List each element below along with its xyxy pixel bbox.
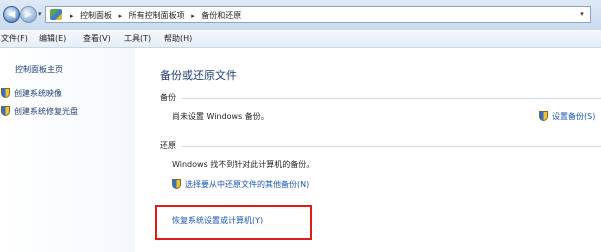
- select-other-backup-link[interactable]: 选择要从中还原文件的其他备份(N): [172, 179, 309, 190]
- shield-icon: [1, 106, 10, 116]
- select-other-backup-label: 选择要从中还原文件的其他备份(N): [185, 180, 310, 189]
- restore-status: Windows 找不到针对此计算机的备份。: [172, 160, 315, 169]
- navigation-pane: 控制面板主页 创建系统映像 创建系统修复光盘: [0, 48, 135, 252]
- menu-help[interactable]: 帮助(H): [164, 33, 192, 44]
- shield-icon: [1, 88, 10, 98]
- setup-backup-label: 设置备份(S): [552, 112, 596, 121]
- restore-section-heading: 还原: [160, 141, 176, 150]
- address-dropdown-icon[interactable]: ▾: [576, 9, 588, 20]
- address-bar: ◀ ▶ ▾ ▸ 控制面板 ▸ 所有控制面板项 ▸ 备份和还原 ▾: [0, 0, 601, 31]
- chevron-right-icon[interactable]: ▸: [191, 12, 195, 20]
- chevron-right-icon[interactable]: ▸: [70, 12, 74, 20]
- menu-file[interactable]: 文件(F): [1, 33, 28, 44]
- setup-backup-link[interactable]: 设置备份(S): [539, 111, 595, 122]
- back-button[interactable]: ◀: [3, 6, 20, 23]
- menu-edit[interactable]: 编辑(E): [39, 33, 66, 44]
- nav-link-label: 创建系统映像: [14, 89, 62, 98]
- shield-icon: [172, 179, 181, 189]
- breadcrumb-item[interactable]: 控制面板: [80, 11, 112, 20]
- section-divider: [181, 146, 601, 147]
- menu-bar: 文件(F) 编辑(E) 查看(V) 工具(T) 帮助(H): [0, 30, 601, 48]
- forward-button[interactable]: ▶: [20, 6, 37, 23]
- highlight-box: [155, 205, 312, 240]
- breadcrumb-item[interactable]: 备份和还原: [201, 11, 241, 20]
- control-panel-icon: [50, 9, 62, 20]
- page-title: 备份或还原文件: [160, 69, 237, 82]
- create-system-image-link[interactable]: 创建系统映像: [1, 88, 62, 99]
- address-box[interactable]: ▸ 控制面板 ▸ 所有控制面板项 ▸ 备份和还原 ▾: [45, 6, 591, 23]
- control-panel-home-link[interactable]: 控制面板主页: [15, 64, 63, 75]
- main-content: 备份或还原文件 备份 尚未设置 Windows 备份。 设置备份(S) 还原 W…: [135, 48, 601, 252]
- breadcrumb: ▸ 控制面板 ▸ 所有控制面板项 ▸ 备份和还原: [66, 10, 241, 21]
- breadcrumb-item[interactable]: 所有控制面板项: [129, 11, 185, 20]
- nav-link-label: 创建系统修复光盘: [14, 107, 78, 116]
- backup-section-heading: 备份: [160, 93, 176, 102]
- chevron-right-icon[interactable]: ▸: [119, 12, 123, 20]
- recent-pages-dropdown-icon[interactable]: ▾: [38, 10, 42, 18]
- menu-view[interactable]: 查看(V): [83, 33, 111, 44]
- shield-icon: [539, 111, 548, 121]
- section-divider: [181, 98, 601, 99]
- backup-status: 尚未设置 Windows 备份。: [172, 112, 269, 121]
- create-repair-disc-link[interactable]: 创建系统修复光盘: [1, 106, 78, 117]
- menu-tools[interactable]: 工具(T): [124, 33, 151, 44]
